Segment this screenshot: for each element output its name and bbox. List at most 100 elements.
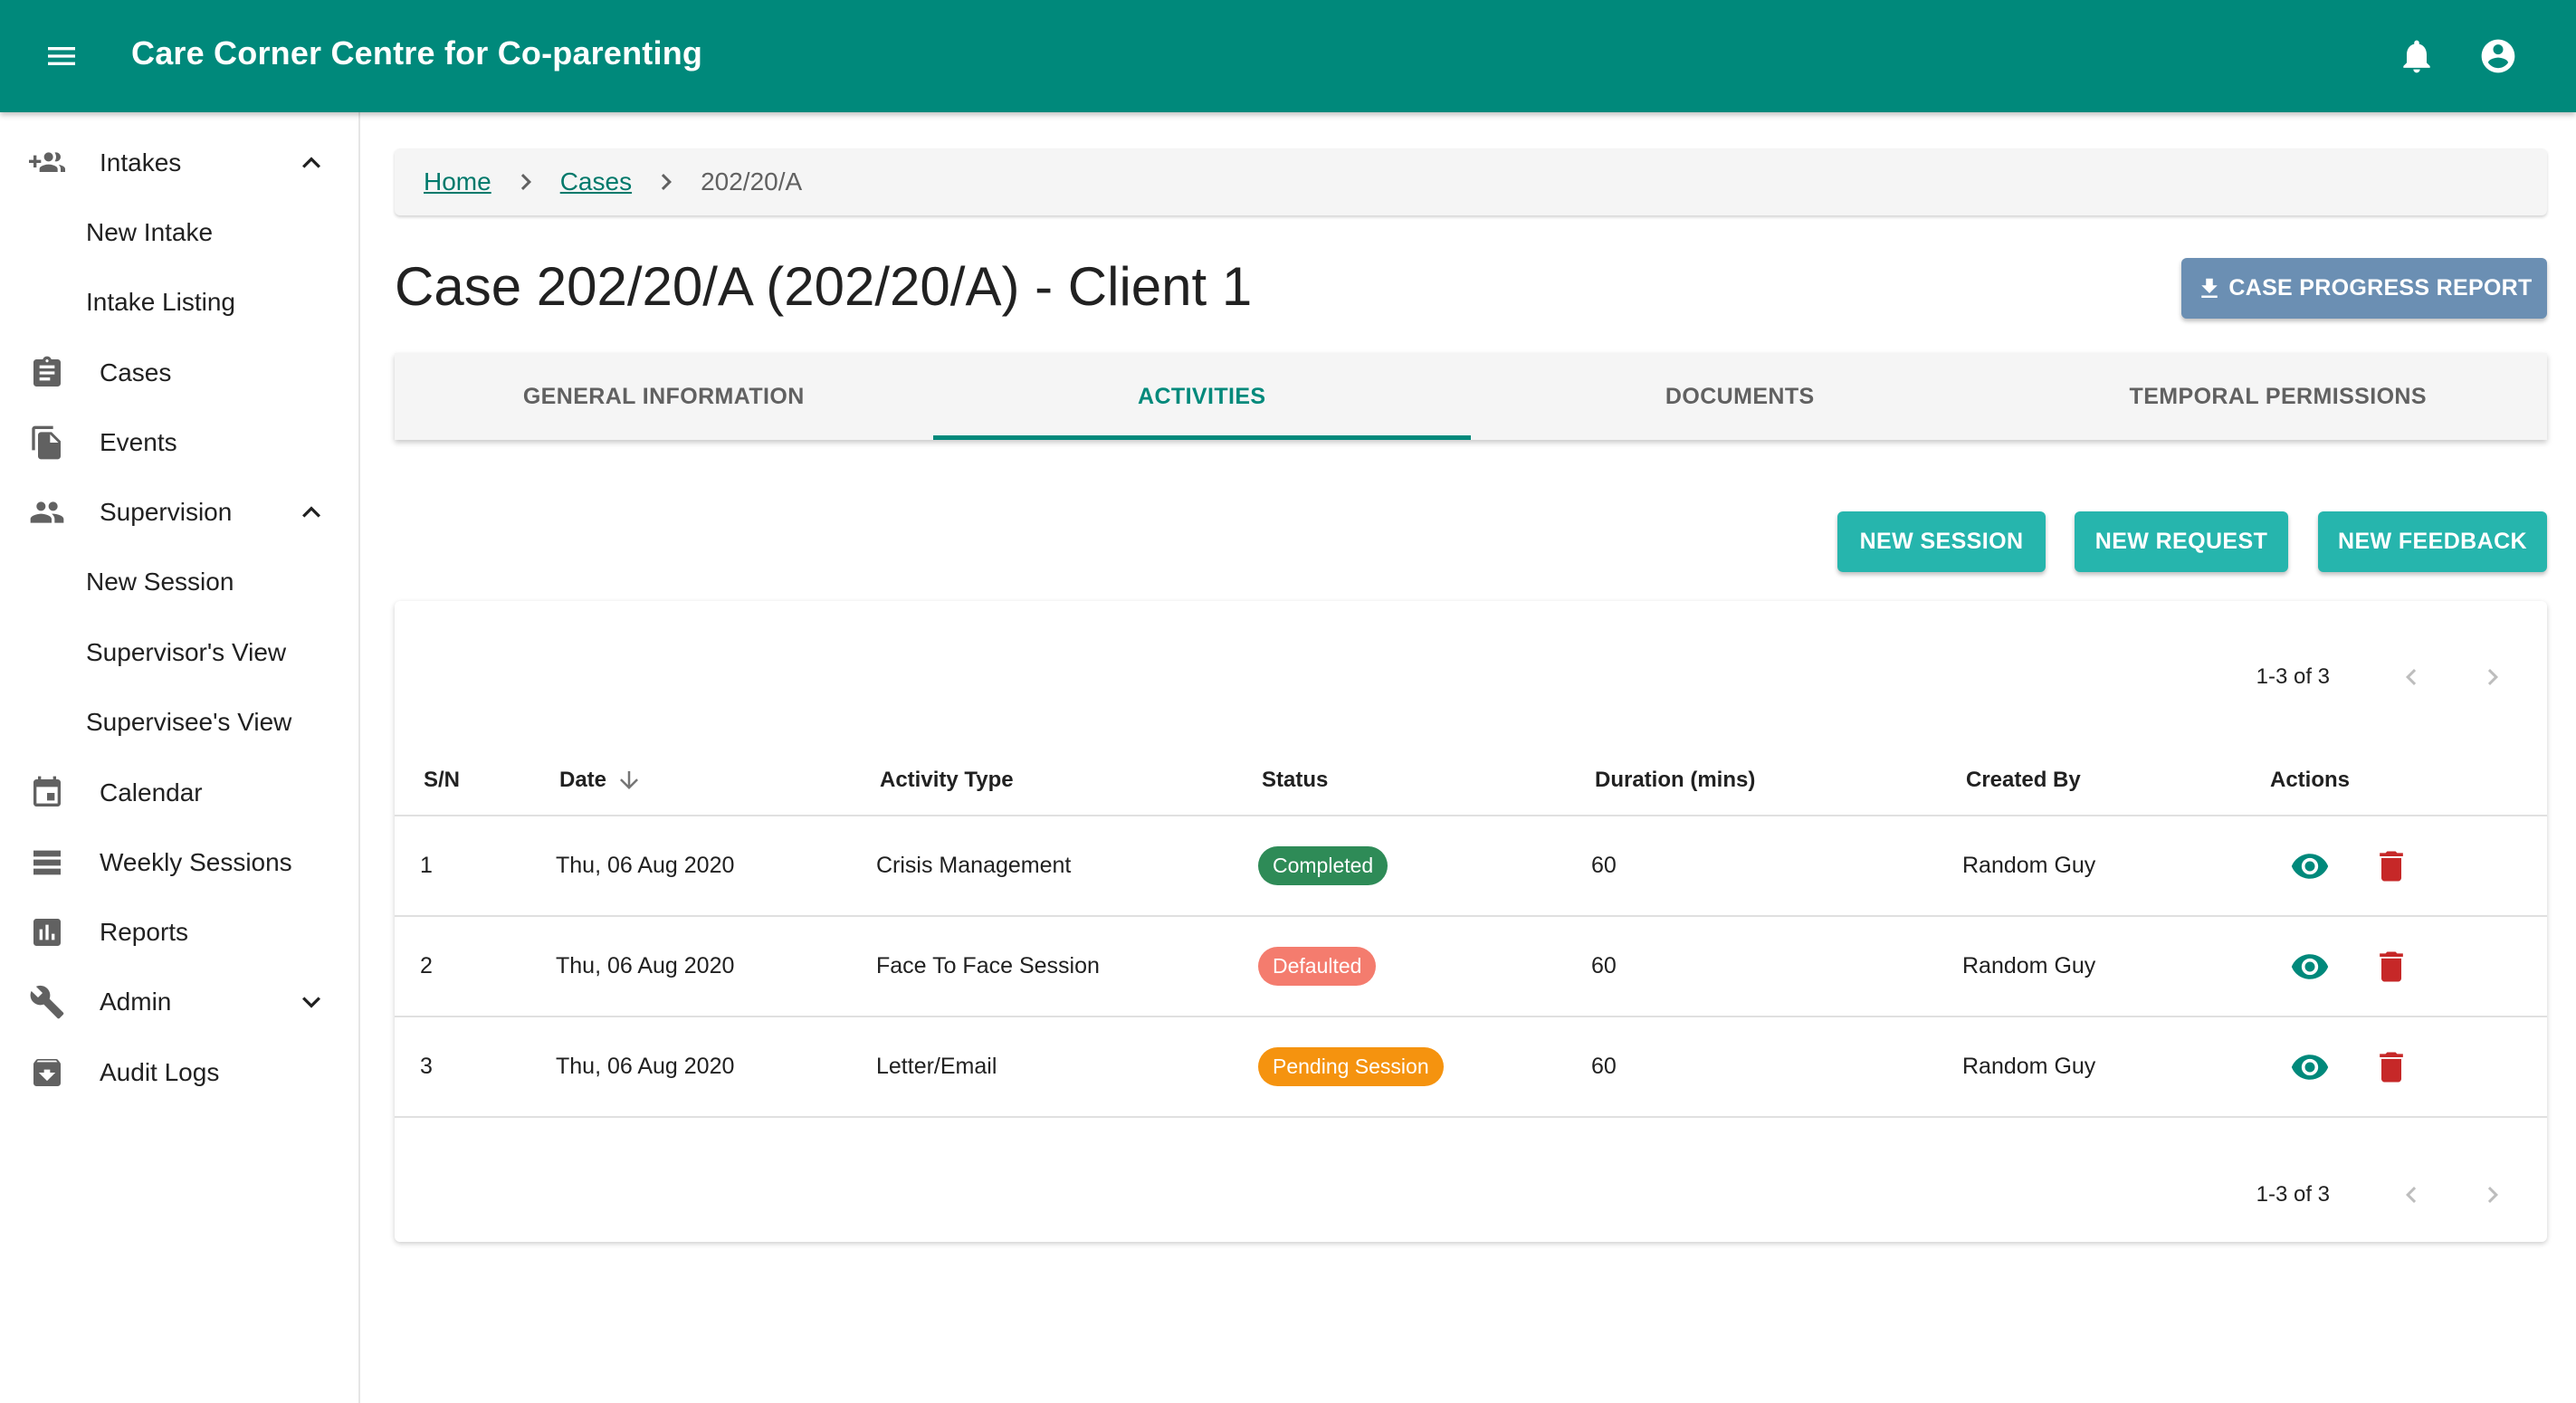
activities-table: 1-3 of 3 S/N Date Activity Type Status D… <box>395 601 2547 1242</box>
column-header-activity-type: Activity Type <box>880 768 1014 792</box>
cell-created-by: Random Guy <box>1962 1054 2096 1079</box>
pagination-count: 1-3 of 3 <box>2256 664 2330 689</box>
sidebar-item-calendar[interactable]: Calendar <box>0 759 358 827</box>
cell-status: Completed <box>1258 816 1388 915</box>
sidebar-item-label: New Intake <box>86 218 214 246</box>
archive-icon <box>29 1055 65 1091</box>
delete-icon[interactable] <box>2371 1047 2411 1087</box>
cell-duration: 60 <box>1591 853 1617 878</box>
sidebar-item-reports[interactable]: Reports <box>0 898 358 967</box>
sidebar-item-label: Admin <box>100 988 172 1016</box>
menu-icon[interactable] <box>43 38 80 74</box>
cell-duration: 60 <box>1591 953 1617 978</box>
pagination-count: 1-3 of 3 <box>2256 1182 2330 1207</box>
chevron-up-icon[interactable] <box>293 494 329 530</box>
sidebar-item-label: Weekly Sessions <box>100 848 292 876</box>
column-header-sn: S/N <box>424 768 461 792</box>
sidebar-item-intake-listing[interactable]: Intake Listing <box>0 268 358 337</box>
tab-documents[interactable]: DOCUMENTS <box>1471 353 2009 440</box>
breadcrumb-cases-link[interactable]: Cases <box>560 167 632 196</box>
sidebar-item-label: New Session <box>86 568 234 596</box>
sidebar-item-label: Audit Logs <box>100 1058 220 1086</box>
sidebar-item-admin[interactable]: Admin <box>0 968 358 1036</box>
column-header-created-by: Created By <box>1966 768 2081 792</box>
delete-icon[interactable] <box>2371 846 2411 886</box>
view-icon[interactable] <box>2290 947 2330 987</box>
column-header-date[interactable]: Date <box>559 746 643 815</box>
case-progress-report-button[interactable]: CASE PROGRESS REPORT <box>2181 258 2547 319</box>
group-add-icon <box>29 145 65 181</box>
tab-general-information[interactable]: GENERAL INFORMATION <box>395 353 933 440</box>
cell-date: Thu, 06 Aug 2020 <box>556 853 735 878</box>
wrench-icon <box>29 984 65 1020</box>
sidebar-item-audit-logs[interactable]: Audit Logs <box>0 1038 358 1107</box>
sidebar-item-new-session[interactable]: New Session <box>0 548 358 616</box>
sidebar-item-supervision[interactable]: Supervision <box>0 478 358 547</box>
view-list-icon <box>29 845 65 881</box>
sidebar-item-cases[interactable]: Cases <box>0 339 358 407</box>
sidebar-item-intakes[interactable]: Intakes <box>0 129 358 197</box>
sidebar-item-label: Reports <box>100 918 189 946</box>
sidebar-item-label: Supervision <box>100 498 233 526</box>
sidebar-item-label: Events <box>100 428 177 456</box>
chevron-left-icon[interactable] <box>2395 661 2428 693</box>
chevron-up-icon[interactable] <box>293 145 329 181</box>
new-session-button[interactable]: NEW SESSION <box>1837 511 2046 572</box>
sidebar-item-supervisors-view[interactable]: Supervisor's View <box>0 618 358 687</box>
sidebar-item-events[interactable]: Events <box>0 408 358 477</box>
tab-temporal-permissions[interactable]: TEMPORAL PERMISSIONS <box>2009 353 2548 440</box>
column-header-actions: Actions <box>2270 768 2351 792</box>
delete-icon[interactable] <box>2371 947 2411 987</box>
cell-created-by: Random Guy <box>1962 953 2096 978</box>
cell-status: Defaulted <box>1258 917 1377 1016</box>
chevron-left-icon[interactable] <box>2395 1179 2428 1211</box>
table-header: S/N Date Activity Type Status Duration (… <box>395 746 2547 816</box>
sidebar-item-label: Supervisee's View <box>86 708 292 736</box>
status-badge: Defaulted <box>1258 947 1377 986</box>
cell-date: Thu, 06 Aug 2020 <box>556 1054 735 1079</box>
pagination-top: 1-3 of 3 <box>395 659 2547 695</box>
bell-icon[interactable] <box>2397 36 2437 76</box>
pagination-bottom: 1-3 of 3 <box>395 1177 2547 1213</box>
app-bar: Care Corner Centre for Co-parenting <box>0 0 2576 112</box>
app-title: Care Corner Centre for Co-parenting <box>131 34 703 72</box>
new-feedback-button[interactable]: NEW FEEDBACK <box>2318 511 2547 572</box>
chevron-down-icon[interactable] <box>293 984 329 1020</box>
sidebar: Intakes New Intake Intake Listing Cases … <box>0 112 360 1403</box>
calendar-icon <box>29 775 65 811</box>
status-badge: Pending Session <box>1258 1047 1444 1086</box>
cell-activity-type: Crisis Management <box>876 853 1072 878</box>
sidebar-item-supervisees-view[interactable]: Supervisee's View <box>0 688 358 757</box>
sidebar-item-label: Intake Listing <box>86 288 235 316</box>
cell-sn: 1 <box>420 853 433 878</box>
sidebar-item-label: Cases <box>100 358 172 387</box>
people-icon <box>29 494 65 530</box>
breadcrumb-home-link[interactable]: Home <box>424 167 491 196</box>
chevron-right-icon[interactable] <box>2476 1179 2509 1211</box>
breadcrumb: Home Cases 202/20/A <box>395 148 2547 215</box>
chevron-right-icon <box>510 166 542 198</box>
view-icon[interactable] <box>2290 846 2330 886</box>
status-badge: Completed <box>1258 846 1388 885</box>
sidebar-item-label: Intakes <box>100 148 182 177</box>
account-circle-icon[interactable] <box>2478 36 2518 76</box>
cell-sn: 2 <box>420 953 433 978</box>
bar-chart-icon <box>29 914 65 950</box>
table-row: 3 Thu, 06 Aug 2020 Letter/Email Pending … <box>395 1017 2547 1118</box>
sidebar-item-new-intake[interactable]: New Intake <box>0 198 358 267</box>
sidebar-item-weekly-sessions[interactable]: Weekly Sessions <box>0 828 358 897</box>
download-icon <box>2201 278 2218 298</box>
cell-activity-type: Face To Face Session <box>876 953 1100 978</box>
cell-date: Thu, 06 Aug 2020 <box>556 953 735 978</box>
clipboard-icon <box>29 355 65 391</box>
column-header-status: Status <box>1262 768 1329 792</box>
page-title: Case 202/20/A (202/20/A) - Client 1 <box>395 256 1253 317</box>
chevron-right-icon <box>650 166 682 198</box>
view-icon[interactable] <box>2290 1047 2330 1087</box>
arrow-down-icon <box>615 767 643 794</box>
cell-created-by: Random Guy <box>1962 853 2096 878</box>
new-request-button[interactable]: NEW REQUEST <box>2075 511 2288 572</box>
tab-activities[interactable]: ACTIVITIES <box>932 353 1472 440</box>
case-progress-report-label: CASE PROGRESS REPORT <box>2228 275 2533 301</box>
chevron-right-icon[interactable] <box>2476 661 2509 693</box>
